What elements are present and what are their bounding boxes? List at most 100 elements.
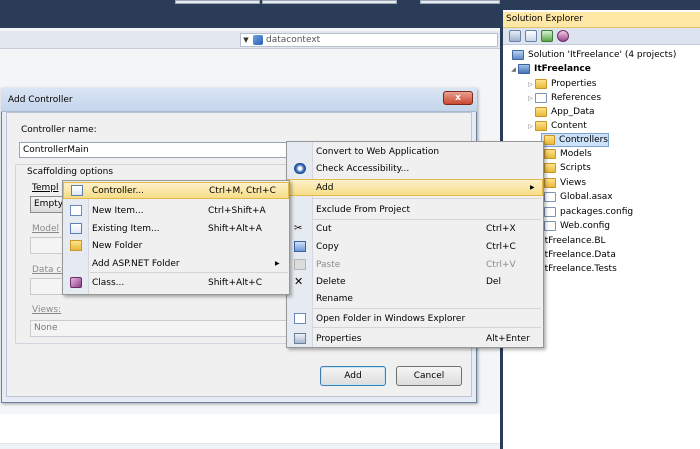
refresh-icon[interactable] [541, 30, 553, 42]
menu-item-label: Controller... [92, 185, 145, 196]
collapse-icon[interactable]: ◢ [509, 66, 518, 73]
toolbar-combo[interactable] [420, 0, 500, 4]
expand-icon[interactable]: ▷ [526, 81, 535, 88]
menu-item-properties[interactable]: Properties Alt+Enter [287, 330, 543, 347]
menu-item-paste: Paste Ctrl+V [287, 256, 543, 273]
tree-item-label: References [551, 93, 602, 103]
editor-status-strip [0, 443, 502, 449]
tree-item[interactable]: ▷ References [526, 91, 601, 105]
menu-item-shortcut: Ctrl+C [486, 241, 516, 252]
template-label: Templ [32, 183, 59, 193]
existing-item-icon [70, 223, 82, 234]
menu-item-shortcut: Ctrl+M, Ctrl+C [209, 185, 276, 196]
menu-separator [313, 198, 541, 199]
tree-item-project[interactable]: ◢ ItFreelance [509, 62, 591, 76]
folder-icon [544, 178, 556, 188]
menu-item-label: New Folder [92, 240, 143, 251]
model-class-select [30, 237, 65, 254]
tree-item[interactable]: Models [544, 147, 592, 161]
class-diagram-icon[interactable] [557, 30, 569, 42]
cancel-button[interactable]: Cancel [396, 366, 462, 386]
tree-item[interactable]: App_Data [535, 105, 595, 119]
folder-icon [535, 121, 547, 131]
add-button[interactable]: Add [320, 366, 386, 386]
references-icon [535, 93, 547, 103]
tree-item[interactable]: Views [544, 176, 586, 190]
file-icon [544, 192, 556, 202]
menu-item-shortcut: Shift+Alt+C [208, 277, 263, 288]
menu-item-label: Cut [316, 223, 332, 234]
close-button[interactable]: x [443, 91, 473, 105]
model-class-label: Model [32, 224, 60, 234]
menu-item-shortcut: Ctrl+V [486, 259, 516, 270]
tree-item[interactable]: ▷ Content [526, 119, 587, 133]
tree-item-controllers[interactable]: Controllers [541, 133, 609, 147]
folder-icon [535, 79, 547, 89]
member-dropdown-text: datacontext [266, 35, 321, 45]
menu-item-label: Delete [316, 276, 346, 287]
submenu-item-controller[interactable]: Controller... Ctrl+M, Ctrl+C [63, 182, 289, 199]
menu-item-shortcut: Ctrl+Shift+A [208, 205, 266, 216]
menu-item-add[interactable]: Add ▶ [287, 179, 543, 196]
tree-item[interactable]: Global.asax [544, 190, 613, 204]
class-icon [70, 277, 82, 288]
tree-item-label: ItFreelance.BL [542, 236, 606, 246]
views-select: None [30, 320, 290, 337]
menu-item-check-accessibility[interactable]: Check Accessibility... [287, 160, 543, 177]
menu-item-exclude-from-project[interactable]: Exclude From Project [287, 201, 543, 218]
toolbar-combo[interactable] [175, 0, 260, 4]
data-context-select [30, 278, 65, 295]
solution-icon [512, 50, 524, 60]
tree-item[interactable]: Web.config [544, 219, 610, 233]
tree-item[interactable]: Scripts [544, 161, 591, 175]
folder-icon [544, 163, 556, 173]
submenu-item-add-aspnet-folder[interactable]: Add ASP.NET Folder ▶ [63, 255, 289, 272]
tree-item-label: App_Data [551, 107, 595, 117]
property-icon [253, 35, 263, 45]
tree-item-label: packages.config [560, 207, 634, 217]
menu-item-label: Rename [316, 293, 353, 304]
menu-item-open-folder[interactable]: Open Folder in Windows Explorer [287, 310, 543, 327]
toolbar-combo[interactable] [262, 0, 397, 4]
submenu-item-new-item[interactable]: New Item... Ctrl+Shift+A [63, 202, 289, 219]
menu-item-convert-to-web-application[interactable]: Convert to Web Application [287, 143, 543, 160]
menu-item-copy[interactable]: Copy Ctrl+C [287, 238, 543, 255]
show-all-files-icon[interactable] [525, 30, 537, 42]
tree-item[interactable]: packages.config [544, 205, 633, 219]
tree-item-label: Controllers [559, 135, 608, 145]
tree-item[interactable]: ▷ Properties [526, 77, 596, 91]
member-dropdown[interactable]: ▼ datacontext [240, 33, 498, 47]
submenu-arrow-icon: ▶ [530, 184, 535, 191]
menu-separator [313, 308, 541, 309]
menu-item-label: Copy [316, 241, 339, 252]
menu-item-label: Open Folder in Windows Explorer [316, 313, 466, 324]
menu-item-shortcut: Ctrl+X [486, 223, 516, 234]
menu-item-cut[interactable]: ✂ Cut Ctrl+X [287, 220, 543, 237]
tree-item-solution[interactable]: Solution 'ItFreelance' (4 projects) [512, 48, 676, 62]
menu-item-label: Add ASP.NET Folder [92, 258, 180, 269]
menu-item-shortcut: Alt+Enter [486, 333, 530, 344]
template-select[interactable]: Empty [30, 196, 65, 213]
views-label: Views: [32, 305, 62, 315]
properties-icon[interactable] [509, 30, 521, 42]
tree-item-label: Web.config [560, 221, 611, 231]
submenu-item-class[interactable]: Class... Shift+Alt+C [63, 274, 289, 291]
dialog-title: Add Controller [1, 88, 477, 112]
submenu-item-existing-item[interactable]: Existing Item... Shift+Alt+A [63, 220, 289, 237]
menu-item-label: Add [316, 182, 334, 193]
controller-name-label: Controller name: [21, 125, 97, 135]
submenu-item-new-folder[interactable]: New Folder [63, 237, 289, 254]
menu-item-rename[interactable]: Rename [287, 290, 543, 307]
expand-icon[interactable]: ▷ [526, 95, 535, 102]
accessibility-icon [294, 163, 306, 174]
menu-separator [313, 327, 541, 328]
new-item-icon [70, 205, 82, 216]
tree-item-label: Scripts [560, 163, 591, 173]
tree-item-label: ItFreelance [534, 64, 591, 74]
folder-icon [544, 149, 556, 159]
expand-icon[interactable]: ▷ [526, 123, 535, 130]
folder-icon [544, 135, 556, 145]
controller-name-input[interactable]: ControllerMain [19, 142, 287, 158]
cut-icon: ✂ [294, 223, 303, 234]
menu-item-delete[interactable]: ✕ Delete Del [287, 273, 543, 290]
